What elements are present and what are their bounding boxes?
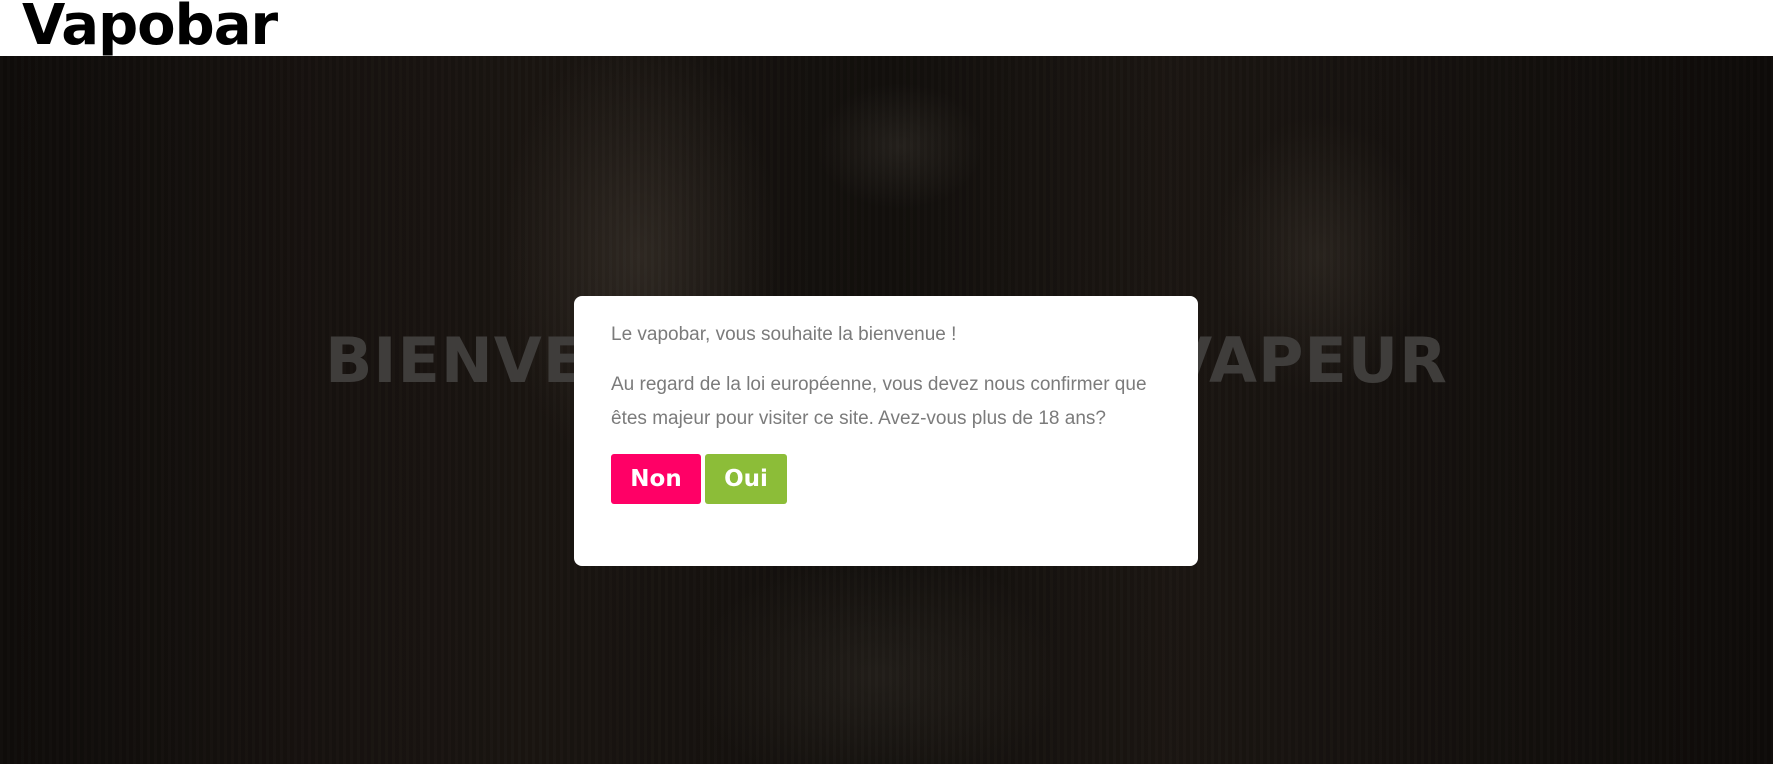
site-logo[interactable]: Vapobar — [22, 0, 278, 58]
no-button[interactable]: Non — [611, 454, 701, 504]
page: Vapobar BIENVENUE AU BAR DE VAPEUR Le va… — [0, 0, 1773, 764]
age-verification-dialog: Le vapobar, vous souhaite la bienvenue !… — [574, 296, 1198, 566]
yes-button[interactable]: Oui — [705, 454, 787, 504]
modal-button-group: Non Oui — [611, 454, 1161, 504]
modal-welcome-text: Le vapobar, vous souhaite la bienvenue ! — [611, 324, 957, 345]
modal-age-question: Au regard de la loi européenne, vous dev… — [611, 374, 1147, 429]
site-header: Vapobar — [0, 0, 1773, 58]
